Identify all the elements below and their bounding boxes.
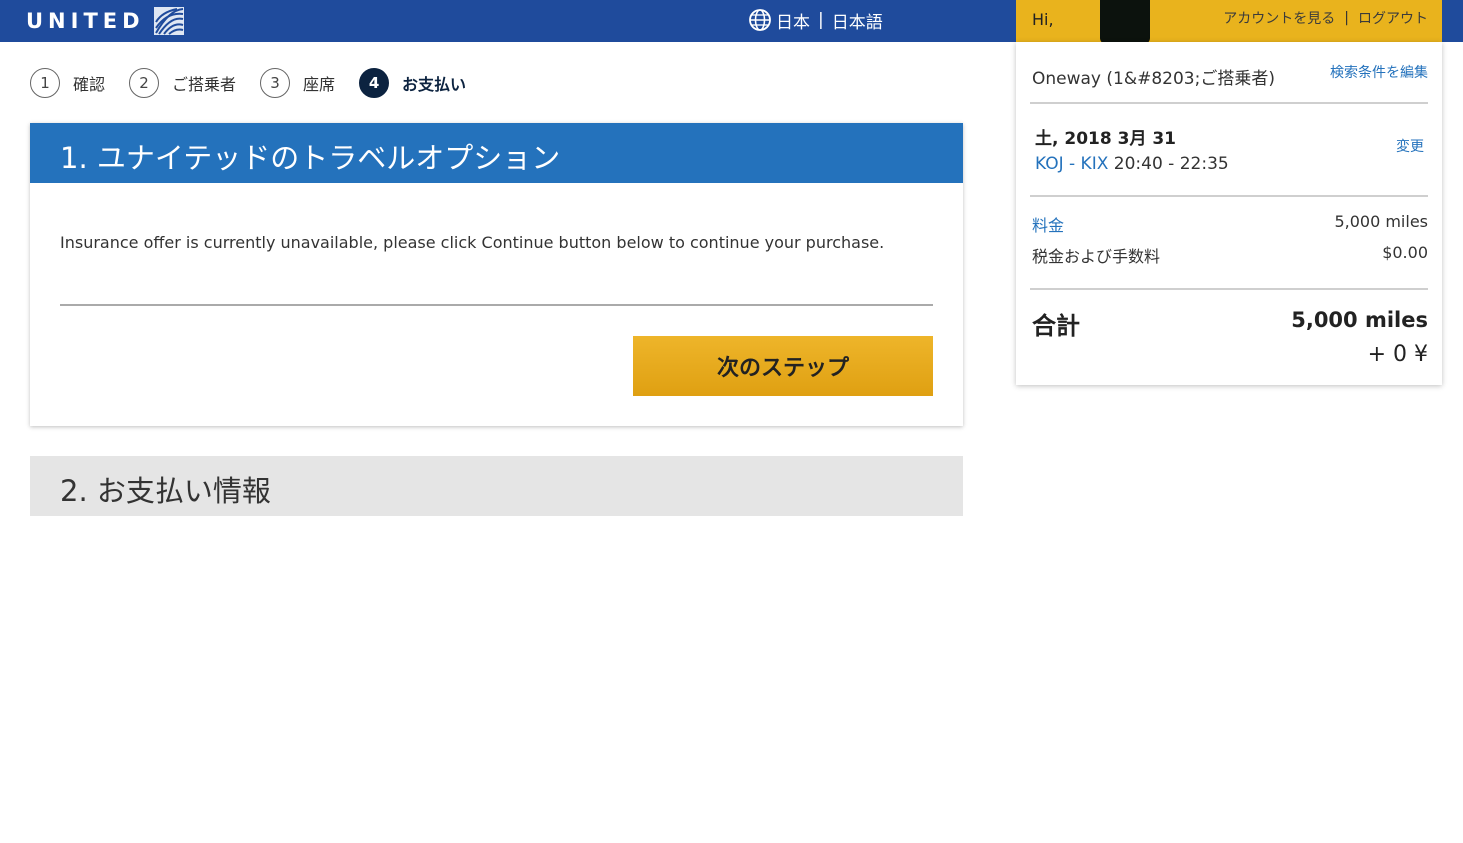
flight-times: 20:40 - 22:35 <box>1113 154 1229 174</box>
account-links: アカウントを見る | ログアウト <box>1223 8 1428 28</box>
total-miles: 5,000 miles <box>1291 308 1428 332</box>
insurance-message: Insurance offer is currently unavailable… <box>60 233 885 252</box>
step-number: 4 <box>359 68 390 98</box>
route-codes-link[interactable]: KOJ - KIX <box>1035 154 1108 174</box>
logout-link[interactable]: ログアウト <box>1358 8 1428 28</box>
step-number: 1 <box>30 68 60 98</box>
globe-logo-icon <box>153 7 184 35</box>
language-selector[interactable]: 日本 | 日本語 <box>748 7 883 33</box>
next-step-button[interactable]: 次のステップ <box>633 336 933 396</box>
region-label: 日本 <box>776 12 810 33</box>
tax-value: $0.00 <box>1382 243 1428 262</box>
step-number: 3 <box>260 68 291 98</box>
edit-search-link[interactable]: 検索条件を編集 <box>1330 62 1428 82</box>
step-3[interactable]: 3 座席 <box>260 68 335 98</box>
travel-options-section: 1. ユナイテッドのトラベルオプション Insurance offer is c… <box>30 123 963 426</box>
fare-label-link[interactable]: 料金 <box>1032 212 1064 236</box>
globe-icon <box>749 9 771 31</box>
flight-route: KOJ - KIX 20:40 - 22:35 <box>1035 154 1229 174</box>
language-separator: | <box>818 10 824 30</box>
total-yen: + 0 ¥ <box>1367 342 1428 367</box>
total-label: 合計 <box>1032 312 1080 340</box>
step-number: 2 <box>129 68 160 98</box>
divider <box>1030 102 1428 104</box>
account-name-redacted <box>1100 0 1150 44</box>
step-label: ご搭乗者 <box>172 75 237 94</box>
progress-steps: 1 確認 2 ご搭乗者 3 座席 4 お支払い <box>30 68 490 98</box>
step-label: お支払い <box>402 75 467 94</box>
link-separator: | <box>1344 10 1349 26</box>
section-title: 1. ユナイテッドのトラベルオプション <box>30 123 963 183</box>
tax-row: 税金および手数料 $0.00 <box>1032 243 1428 267</box>
step-1[interactable]: 1 確認 <box>30 68 105 98</box>
language-label: 日本語 <box>831 12 883 33</box>
greeting: Hi, <box>1032 10 1054 29</box>
view-account-link[interactable]: アカウントを見る <box>1223 8 1335 28</box>
divider <box>1030 288 1428 290</box>
step-2[interactable]: 2 ご搭乗者 <box>129 68 236 98</box>
flight-date: 土, 2018 3月 31 <box>1035 129 1177 149</box>
divider <box>60 304 933 306</box>
tax-label: 税金および手数料 <box>1032 247 1161 266</box>
trip-type: Oneway (1&#8203;ご搭乗者) <box>1032 69 1275 89</box>
payment-info-section-header[interactable]: 2. お支払い情報 <box>30 456 963 516</box>
divider <box>1030 195 1428 197</box>
change-flight-link[interactable]: 変更 <box>1396 136 1424 156</box>
account-bar: Hi, アカウントを見る | ログアウト <box>1016 0 1442 44</box>
brand-wordmark: UNITED <box>26 9 145 33</box>
step-label: 確認 <box>73 75 106 94</box>
fare-row: 料金 5,000 miles <box>1032 212 1428 236</box>
united-logo[interactable]: UNITED <box>26 6 185 36</box>
step-4-current: 4 お支払い <box>359 68 466 98</box>
fare-value: 5,000 miles <box>1334 212 1428 231</box>
trip-summary-panel: Oneway (1&#8203;ご搭乗者) 検索条件を編集 土, 2018 3月… <box>1016 42 1442 385</box>
step-label: 座席 <box>303 75 336 94</box>
